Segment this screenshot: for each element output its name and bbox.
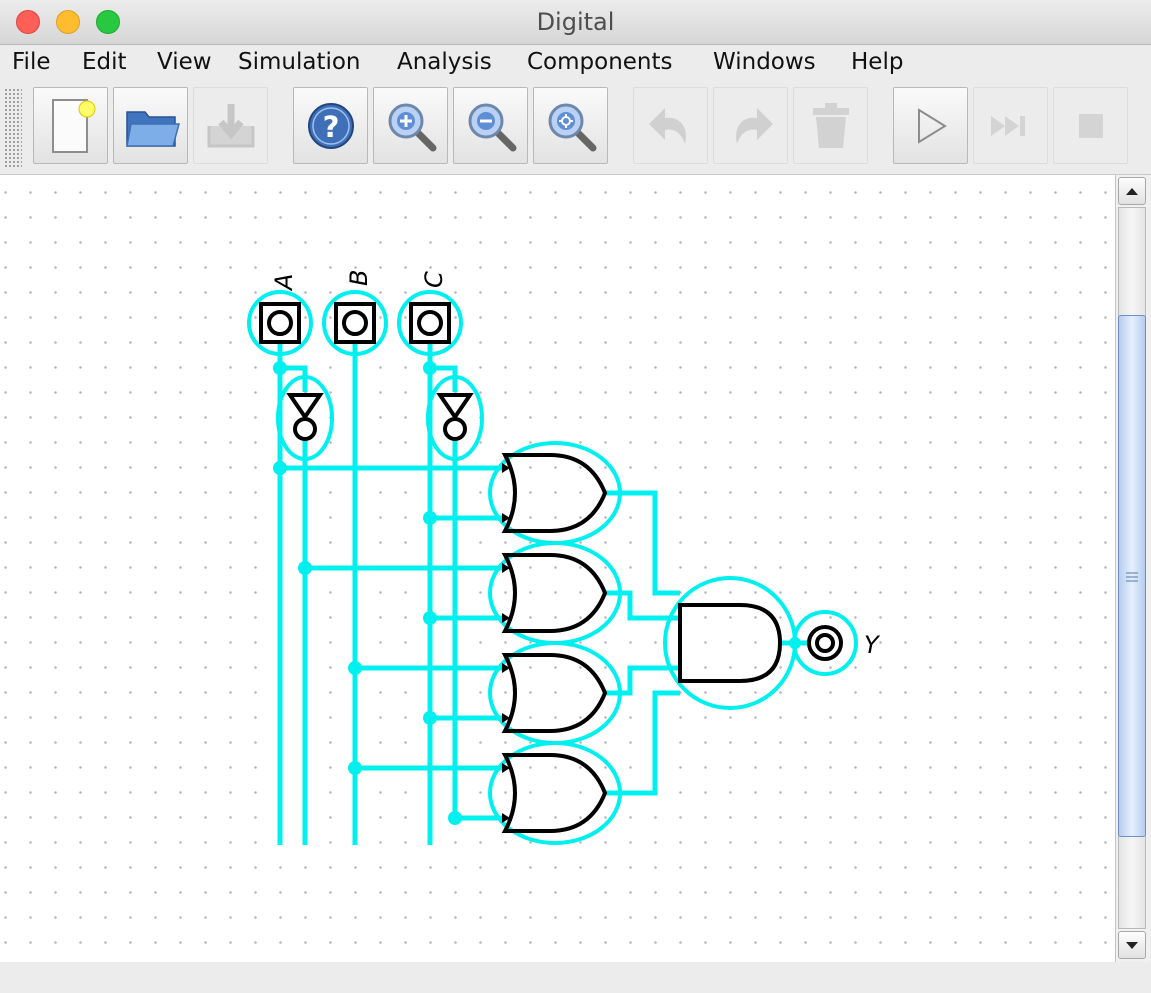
scroll-down-button[interactable] xyxy=(1118,931,1146,959)
save-icon xyxy=(207,104,255,148)
input-b[interactable] xyxy=(334,302,376,344)
menu-analysis[interactable]: Analysis xyxy=(397,49,492,75)
input-c[interactable] xyxy=(409,302,451,344)
start-simulation-button[interactable] xyxy=(893,87,968,164)
step-button[interactable] xyxy=(973,87,1048,164)
menu-bar: File Edit View Simulation Analysis Compo… xyxy=(0,45,1151,81)
open-button[interactable] xyxy=(113,87,188,164)
vertical-scrollbar[interactable] xyxy=(1115,175,1150,962)
zoom-out-icon xyxy=(468,103,517,152)
not-gate-c[interactable] xyxy=(436,393,474,441)
undo-button[interactable] xyxy=(633,87,708,164)
save-button[interactable] xyxy=(193,87,268,164)
undo-icon xyxy=(649,108,686,144)
zoom-fit-icon xyxy=(548,103,597,152)
fast-forward-icon xyxy=(991,116,1025,136)
toolbar: ? xyxy=(0,82,1151,175)
scroll-thumb[interactable] xyxy=(1118,315,1146,837)
redo-button[interactable] xyxy=(713,87,788,164)
circuit-diagram: A B C Y xyxy=(247,270,881,845)
grip-lines-icon xyxy=(1126,572,1138,582)
menu-windows[interactable]: Windows xyxy=(713,49,816,75)
stop-simulation-button[interactable] xyxy=(1053,87,1128,164)
zoom-fit-button[interactable] xyxy=(533,87,608,164)
help-button[interactable]: ? xyxy=(293,87,368,164)
menu-view[interactable]: View xyxy=(157,49,212,75)
svg-text:?: ? xyxy=(323,110,340,144)
trash-icon xyxy=(813,103,849,148)
zoom-in-icon xyxy=(388,103,437,152)
play-icon xyxy=(918,108,947,144)
delete-button[interactable] xyxy=(793,87,868,164)
zoom-out-button[interactable] xyxy=(453,87,528,164)
stop-icon xyxy=(1079,114,1103,138)
new-file-icon xyxy=(52,99,96,153)
input-label-a: A xyxy=(270,274,298,292)
gate-pin-markers xyxy=(502,463,510,823)
new-button[interactable] xyxy=(33,87,108,164)
zoom-in-button[interactable] xyxy=(373,87,448,164)
or-gate-3[interactable] xyxy=(501,653,608,733)
menu-edit[interactable]: Edit xyxy=(82,49,127,75)
or-gate-4[interactable] xyxy=(501,753,608,833)
window-title: Digital xyxy=(536,8,615,36)
input-label-b: B xyxy=(345,270,373,286)
menu-file[interactable]: File xyxy=(12,49,51,75)
menu-simulation[interactable]: Simulation xyxy=(238,49,361,75)
help-icon: ? xyxy=(308,103,354,149)
menu-components[interactable]: Components xyxy=(527,49,673,75)
output-label-y: Y xyxy=(864,631,881,659)
scroll-up-button[interactable] xyxy=(1118,177,1146,205)
or-gate-2[interactable] xyxy=(501,553,608,633)
or-gate-1[interactable] xyxy=(501,453,608,533)
input-a[interactable] xyxy=(259,302,301,344)
open-folder-icon xyxy=(126,111,180,147)
menu-help[interactable]: Help xyxy=(851,49,903,75)
and-gate[interactable] xyxy=(678,603,783,683)
status-bar xyxy=(0,962,1151,993)
not-gate-a[interactable] xyxy=(286,393,324,441)
redo-icon xyxy=(736,108,773,144)
toolbar-grip[interactable] xyxy=(4,88,22,168)
output-y[interactable] xyxy=(807,625,843,661)
input-label-c: C xyxy=(420,271,448,288)
title-bar: Digital xyxy=(0,0,1151,45)
arrow-down-icon xyxy=(1126,942,1138,949)
arrow-up-icon xyxy=(1126,188,1138,195)
